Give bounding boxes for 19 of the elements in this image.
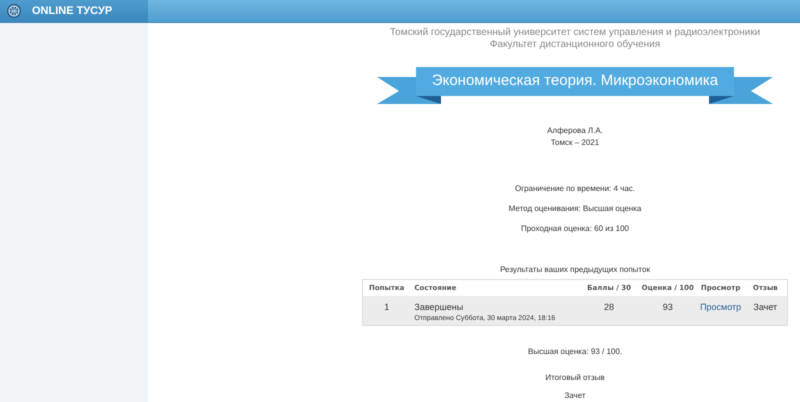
table-cell: 1 <box>362 296 410 326</box>
feedback-heading: Итоговый отзыв <box>545 372 605 384</box>
table-caption: Результаты ваших предыдущих попыток <box>500 265 650 275</box>
course-title: Экономическая теория. Микроэкономика <box>432 71 718 92</box>
highest-grade: Высшая оценка: 93 / 100. <box>528 346 622 358</box>
quiz-info-line: Проходная оценка: 60 из 100 <box>520 223 630 235</box>
table-cell: Зачет <box>744 296 788 326</box>
feedback-value: Зачет <box>564 390 586 402</box>
review-link[interactable]: Просмотр <box>700 302 742 312</box>
table-cell: 93 <box>638 296 698 326</box>
quiz-info-line: Ограничение по времени: 4 час. <box>514 183 636 195</box>
globe-icon[interactable] <box>6 3 22 19</box>
place-year: Томск – 2021 <box>550 137 600 149</box>
table-cell: 28 <box>580 296 638 326</box>
author-name: Алферова Л.А. <box>547 125 603 137</box>
faculty-name: Факультет дистанционного обучения <box>490 39 660 51</box>
quiz-info-line: Метод оценивания: Высшая оценка <box>508 203 642 215</box>
university-name: Томский государственный университет систем управления и радиоэлектроники <box>390 27 760 39</box>
attempt-state: Завершены <box>414 300 464 314</box>
